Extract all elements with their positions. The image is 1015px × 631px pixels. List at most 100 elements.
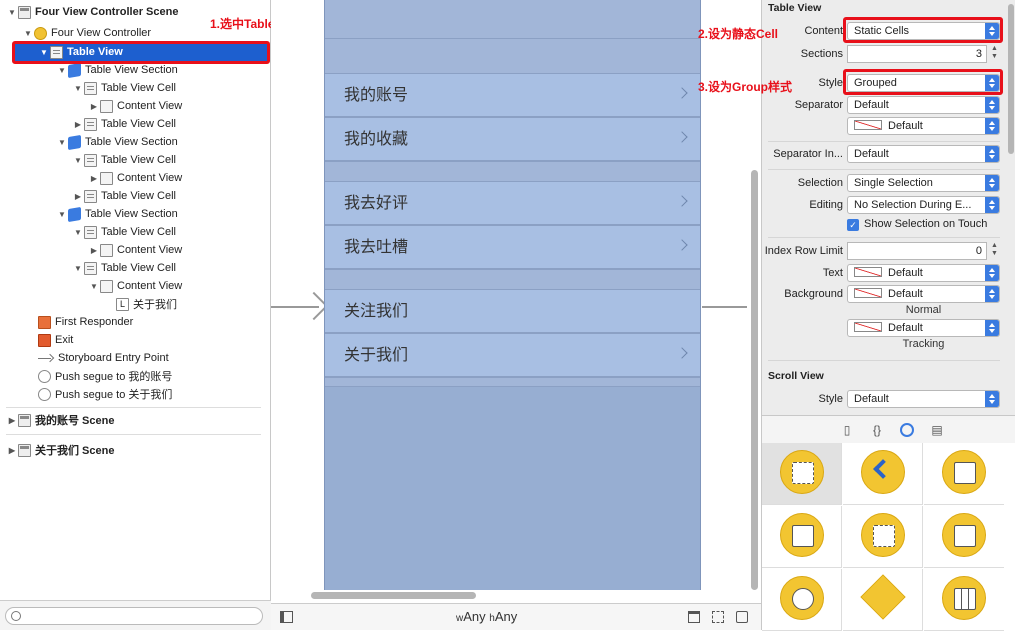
table-cell[interactable]: 我的账号 [325,73,700,117]
disclosure-triangle-icon[interactable]: ▶ [88,102,100,111]
separator-popup[interactable]: Default [847,96,1000,114]
disclosure-triangle-icon[interactable]: ▼ [56,210,68,219]
outline-row-exit[interactable]: Exit [26,331,73,349]
horizontal-scrollbar[interactable] [311,592,731,600]
outline-row-content-view[interactable]: ▼ Content View [88,277,182,295]
first-responder-icon [38,315,51,329]
library-object[interactable] [843,443,923,505]
library-object[interactable] [762,506,842,568]
outline-row-segue[interactable]: Push segue to 我的账号 [26,367,172,385]
library-object[interactable] [924,506,1004,568]
disclosure-triangle-icon[interactable]: ▼ [88,282,100,291]
disclosure-triangle-icon[interactable]: ▶ [72,120,84,129]
scroll-style-label: Style [818,393,843,405]
size-class-control[interactable]: wAny hAny [456,609,517,624]
disclosure-triangle-icon[interactable]: ▼ [6,8,18,17]
code-snippet-icon[interactable]: {} [870,423,884,437]
align-icon[interactable] [688,611,700,623]
av-player-controller-icon [780,576,824,620]
table-cell[interactable]: 关于我们 [325,333,700,377]
editing-popup[interactable]: No Selection During E... [847,196,1000,214]
outline-row-cell[interactable]: ▼ Table View Cell [72,223,176,241]
disclosure-triangle-icon[interactable]: ▶ [6,446,18,455]
text-color-popup[interactable]: Default [847,264,1000,282]
table-cell[interactable]: 我去吐槽 [325,225,700,269]
collection-view-controller-icon [942,576,986,620]
library-object[interactable] [762,443,842,505]
scroll-style-popup[interactable]: Default [847,390,1000,408]
editing-value: No Selection During E... [854,199,972,211]
library-object[interactable] [762,569,842,631]
library-object[interactable] [843,506,923,568]
outline-row-view-controller[interactable]: ▼ Four View Controller [22,24,151,42]
disclosure-triangle-icon[interactable]: ▼ [72,156,84,165]
disclosure-triangle-icon[interactable]: ▶ [72,192,84,201]
disclosure-triangle-icon[interactable]: ▼ [72,84,84,93]
table-cell[interactable]: 我的收藏 [325,117,700,161]
separator-inset-popup[interactable]: Default [847,145,1000,163]
separator-inset-label: Separator In... [773,148,843,160]
media-library-icon[interactable]: ▤ [930,423,944,437]
filter-field[interactable] [5,607,263,625]
background-normal-popup[interactable]: Default [847,285,1000,303]
file-template-icon[interactable]: ▯ [840,423,854,437]
scroll-thumb[interactable] [311,592,476,599]
disclosure-triangle-icon[interactable]: ▼ [72,264,84,273]
outline-row-content-view[interactable]: ▶ Content View [88,169,182,187]
popup-arrows-icon [985,175,999,191]
disclosure-triangle-icon[interactable]: ▶ [88,246,100,255]
outline-row-scene[interactable]: ▶ 我的账号 Scene [6,411,114,429]
outline-row-segue[interactable]: Push segue to 关于我们 [26,385,172,403]
outline-row-cell[interactable]: ▶ Table View Cell [72,115,176,133]
selection-popup[interactable]: Single Selection [847,174,1000,192]
outline-row-cell[interactable]: ▼ Table View Cell [72,79,176,97]
disclosure-triangle-icon[interactable]: ▼ [56,66,68,75]
outline-row-cell[interactable]: ▼ Table View Cell [72,151,176,169]
outline-row-content-view[interactable]: ▶ Content View [88,241,182,259]
index-row-limit-stepper[interactable]: ▲ ▼ [989,242,1000,260]
outline-row-cell[interactable]: ▼ Table View Cell [72,259,176,277]
library-tab-bar: ▯ {} ▤ [762,415,1015,443]
sections-stepper[interactable]: ▲ ▼ [989,45,1000,63]
outline-row-label[interactable]: L 关于我们 [104,295,177,313]
table-cell[interactable]: 我去好评 [325,181,700,225]
vertical-scrollbar[interactable] [751,170,758,590]
disclosure-triangle-icon[interactable]: ▶ [6,416,18,425]
library-object[interactable] [924,443,1004,505]
outline-row-section[interactable]: ▼ Table View Section [56,133,178,151]
background-tracking-popup[interactable]: Default [847,319,1000,337]
outline-row-cell[interactable]: ▶ Table View Cell [72,187,176,205]
sections-field[interactable]: 3 [847,45,987,63]
content-view-icon [100,279,113,293]
pin-icon[interactable] [712,611,724,623]
popup-arrows-icon [985,265,999,281]
outline-label: 关于我们 Scene [35,445,115,457]
show-selection-checkbox[interactable]: ✓ [847,219,859,231]
editing-label: Editing [809,199,843,211]
storyboard-canvas[interactable]: 我的账号 我的收藏 我去好评 我去吐槽 关注我们 关于我们 wAny hAny [271,0,761,630]
table-cell[interactable]: 关注我们 [325,289,700,333]
index-row-limit-label: Index Row Limit [764,245,843,257]
resolve-issues-icon[interactable] [736,611,748,623]
object-library-icon[interactable] [900,423,914,437]
disclosure-triangle-icon[interactable]: ▼ [22,29,34,38]
inspector-scrollbar[interactable] [1008,4,1014,154]
outline-row-entry-point[interactable]: Storyboard Entry Point [26,349,169,367]
library-object[interactable] [843,569,923,631]
index-row-limit-field[interactable]: 0 [847,242,987,260]
outline-toggle-icon[interactable] [280,611,293,623]
disclosure-triangle-icon[interactable]: ▼ [56,138,68,147]
table-view-canvas[interactable]: 我的账号 我的收藏 我去好评 我去吐槽 关注我们 关于我们 [324,0,701,590]
outline-row-scene[interactable]: ▼ Four View Controller Scene [6,3,178,21]
popup-arrows-icon [985,97,999,113]
outline-row-content-view[interactable]: ▶ Content View [88,97,182,115]
disclosure-triangle-icon[interactable]: ▶ [88,174,100,183]
outline-row-first-responder[interactable]: First Responder [26,313,133,331]
entry-point-arrow-icon [38,352,54,365]
outline-row-section[interactable]: ▼ Table View Section [56,205,178,223]
separator-color-popup[interactable]: Default [847,117,1000,135]
outline-row-scene[interactable]: ▶ 关于我们 Scene [6,441,114,459]
separator-color-value: Default [888,120,923,132]
library-object[interactable] [924,569,1004,631]
disclosure-triangle-icon[interactable]: ▼ [72,228,84,237]
